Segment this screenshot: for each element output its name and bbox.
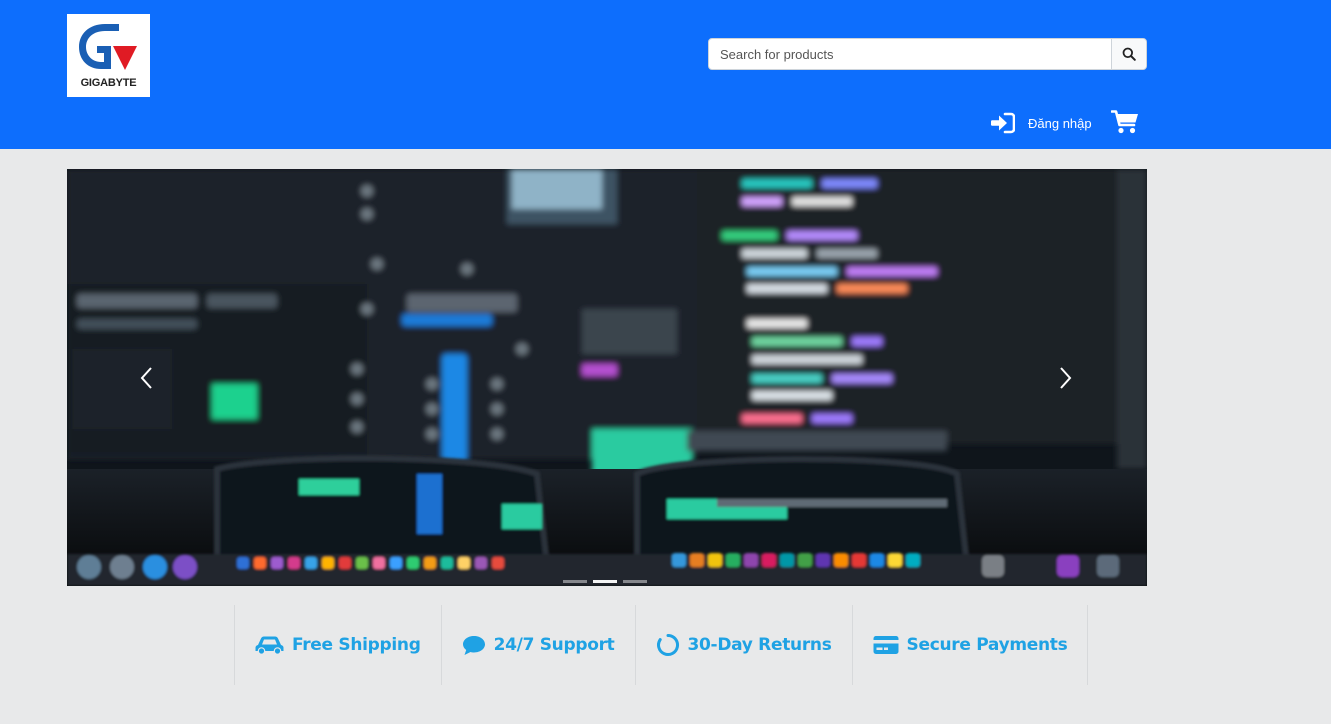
- feature-free-shipping: Free Shipping: [234, 605, 441, 685]
- feature-label: 24/7 Support: [493, 635, 615, 655]
- search-icon: [1122, 47, 1136, 61]
- circle-arrow-icon: [656, 633, 680, 657]
- carousel-prev-button[interactable]: [127, 357, 167, 399]
- feature-label: Free Shipping: [292, 635, 421, 655]
- chat-icon: [462, 635, 486, 656]
- chevron-left-icon: [140, 367, 152, 389]
- feature-strip: Free Shipping 24/7 Support 30-Day Return…: [234, 605, 1089, 685]
- chevron-right-icon: [1060, 367, 1072, 389]
- hero-carousel: [67, 169, 1147, 586]
- car-icon: [255, 635, 284, 655]
- gigabyte-logo[interactable]: GIGABYTE: [67, 14, 150, 97]
- search-bar: [708, 38, 1147, 70]
- site-header: GIGABYTE Đăng nhập: [0, 0, 1331, 149]
- carousel-slide-image: [67, 169, 1147, 586]
- carousel-indicator-3[interactable]: [623, 580, 647, 583]
- carousel-indicators: [563, 580, 647, 583]
- feature-support: 24/7 Support: [440, 605, 635, 685]
- carousel-indicator-1[interactable]: [563, 580, 587, 583]
- carousel-next-button[interactable]: [1045, 357, 1085, 399]
- search-input[interactable]: [709, 39, 1112, 69]
- search-button[interactable]: [1111, 39, 1146, 69]
- feature-label: 30-Day Returns: [687, 635, 832, 655]
- login-link[interactable]: Đăng nhập: [990, 110, 1092, 136]
- logo-text: GIGABYTE: [80, 77, 137, 89]
- credit-card-icon: [873, 635, 899, 655]
- cart-button[interactable]: [1110, 109, 1139, 135]
- feature-payments: Secure Payments: [851, 605, 1089, 685]
- feature-label: Secure Payments: [906, 635, 1068, 655]
- login-label: Đăng nhập: [1028, 115, 1092, 131]
- feature-returns: 30-Day Returns: [634, 605, 852, 685]
- carousel-indicator-2[interactable]: [593, 580, 617, 583]
- sign-in-icon: [991, 112, 1015, 134]
- shopping-cart-icon: [1110, 110, 1138, 134]
